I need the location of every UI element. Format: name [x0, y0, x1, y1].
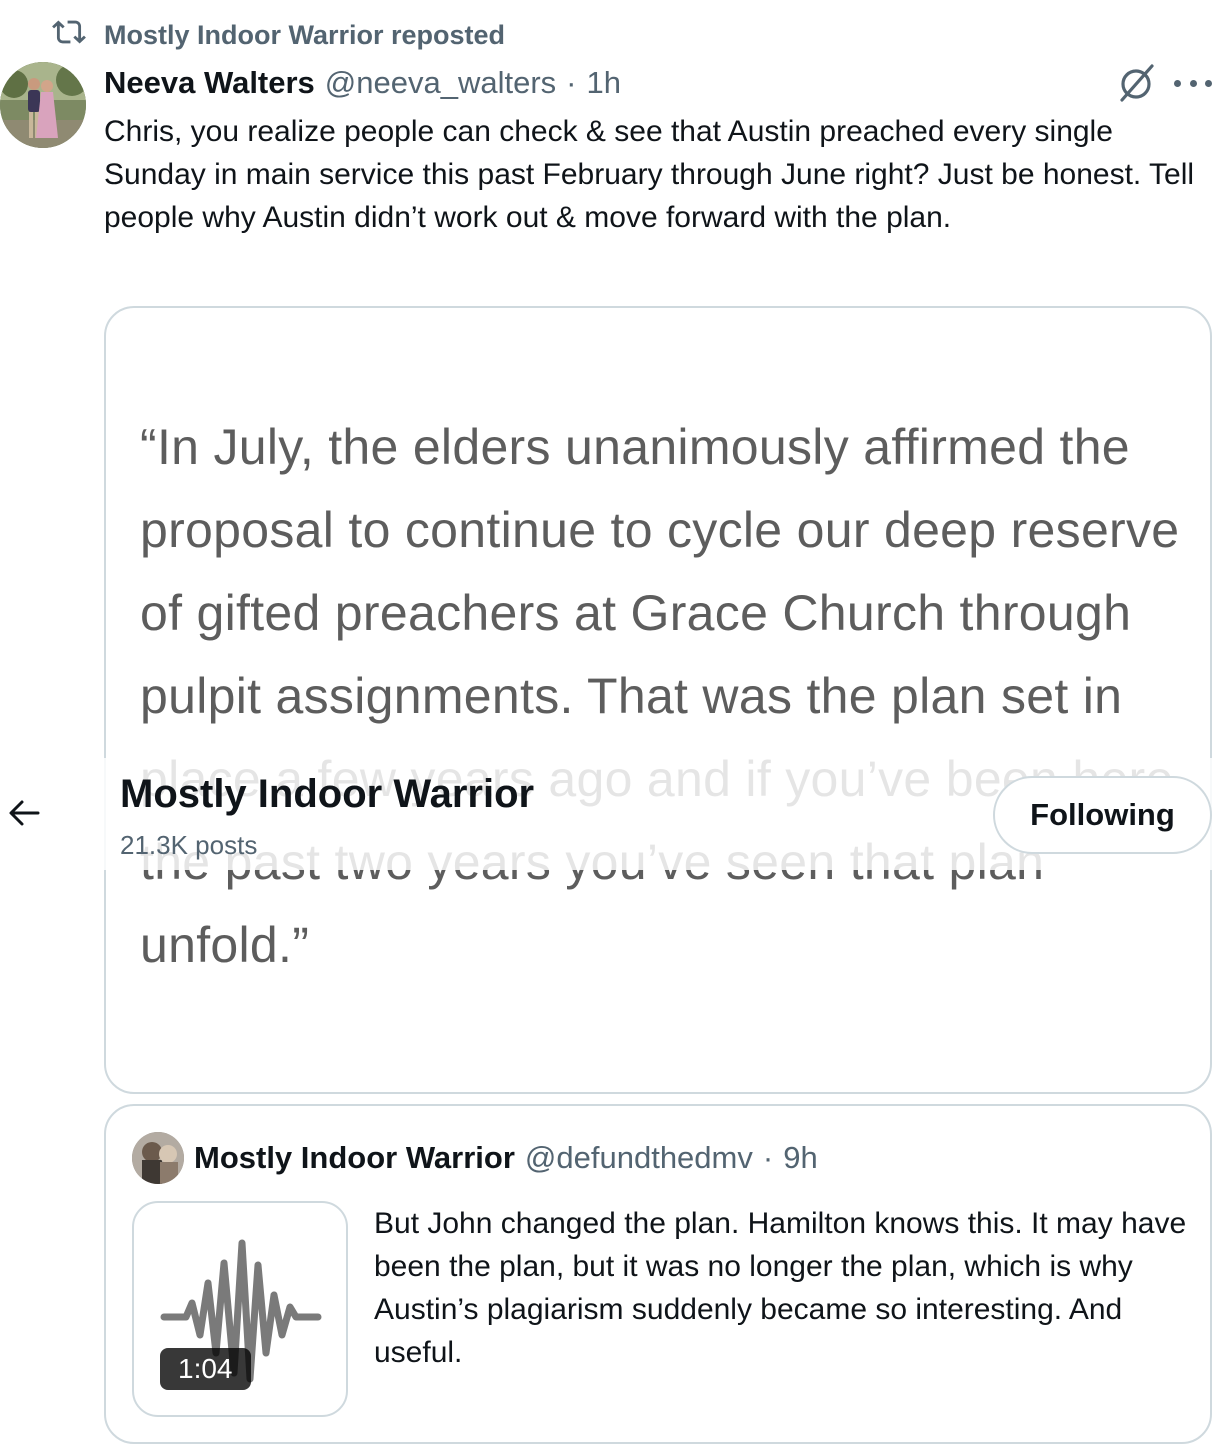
audio-media-thumbnail[interactable]: 1:04: [132, 1201, 348, 1417]
quoted-post[interactable]: Mostly Indoor Warrior @defundthedmv · 9h…: [104, 1104, 1212, 1444]
image-quote-text: “In July, the elders unanimously affirme…: [140, 419, 1180, 973]
more-icon[interactable]: [1174, 70, 1212, 96]
profile-post-count: 21.3K posts: [120, 830, 258, 860]
quoted-author-handle[interactable]: @defundthedmv: [525, 1140, 753, 1176]
repost-label: Mostly Indoor Warrior reposted: [104, 19, 506, 50]
separator-dot: ·: [762, 1140, 774, 1175]
repost-icon: [52, 15, 86, 56]
quoted-post-text: But John changed the plan. Hamilton know…: [374, 1207, 1187, 1369]
profile-name: Mostly Indoor Warrior: [120, 772, 535, 816]
author-avatar[interactable]: [0, 62, 86, 148]
grok-icon[interactable]: [1116, 62, 1158, 104]
post-header: Neeva Walters @neeva_walters · 1h: [104, 62, 621, 104]
author-handle[interactable]: @neeva_walters: [325, 65, 556, 101]
audio-duration-badge: 1:04: [160, 1348, 251, 1390]
back-arrow-icon[interactable]: [6, 795, 42, 831]
post-media-image[interactable]: “In July, the elders unanimously affirme…: [104, 306, 1212, 1094]
quoted-post-timestamp[interactable]: 9h: [783, 1140, 817, 1176]
quoted-author-avatar[interactable]: [132, 1132, 184, 1184]
quoted-author-name[interactable]: Mostly Indoor Warrior: [194, 1140, 515, 1176]
quoted-post-header: Mostly Indoor Warrior @defundthedmv · 9h: [194, 1136, 818, 1180]
post-timestamp[interactable]: 1h: [587, 65, 621, 101]
separator-dot: ·: [566, 65, 577, 100]
following-button[interactable]: Following: [993, 776, 1212, 854]
repost-indicator[interactable]: Mostly Indoor Warrior reposted: [52, 16, 505, 54]
author-name[interactable]: Neeva Walters: [104, 65, 315, 101]
post-text: Chris, you realize people can check & se…: [104, 115, 1195, 234]
